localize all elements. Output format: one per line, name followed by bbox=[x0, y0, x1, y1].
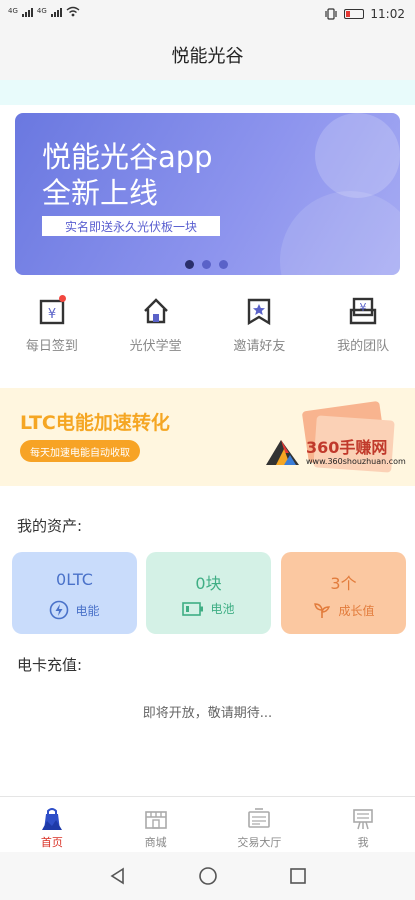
promo-subtitle: 每天加速电能自动收取 bbox=[20, 440, 140, 462]
sprout-icon bbox=[314, 603, 331, 618]
signal-icon bbox=[21, 7, 33, 17]
status-bar: 4G 4G 11:02 bbox=[0, 0, 415, 30]
battery-icon bbox=[182, 601, 204, 616]
trade-hall-icon bbox=[248, 808, 271, 828]
asset-card-growth[interactable]: 3个 成长值 bbox=[281, 552, 406, 634]
quick-action-label: 邀请好友 bbox=[233, 339, 286, 354]
tab-label: 交易大厅 bbox=[237, 836, 282, 849]
notification-dot bbox=[58, 295, 66, 302]
carousel-dot[interactable] bbox=[219, 260, 228, 269]
quick-action-invite[interactable]: 邀请好友 bbox=[208, 293, 312, 363]
asset-label-row: 电能 bbox=[12, 600, 137, 620]
tab-label: 商城 bbox=[144, 836, 167, 849]
house-icon bbox=[138, 293, 174, 329]
calendar-yen-icon: ¥ bbox=[34, 293, 70, 329]
svg-text:¥: ¥ bbox=[360, 301, 367, 314]
quick-action-school[interactable]: 光伏学堂 bbox=[104, 293, 208, 363]
carousel-dots bbox=[185, 260, 228, 269]
status-indicators: 4G 4G bbox=[8, 6, 80, 17]
store-icon bbox=[144, 811, 167, 829]
quick-action-checkin[interactable]: ¥ 每日签到 bbox=[0, 293, 104, 363]
watermark-main: 360手赚网 bbox=[306, 437, 388, 457]
bookmark-star-icon bbox=[241, 293, 277, 329]
svg-text:¥: ¥ bbox=[48, 307, 56, 322]
asset-label: 成长值 bbox=[338, 603, 375, 618]
app-header: 悦能光谷 bbox=[0, 30, 415, 80]
notice-strip bbox=[0, 80, 415, 105]
system-nav-bar bbox=[0, 852, 415, 900]
asset-value: 3个 bbox=[330, 574, 357, 593]
banner-decoration bbox=[280, 191, 400, 275]
quick-action-team[interactable]: ¥ 我的团队 bbox=[311, 293, 415, 363]
assets-section-title: 我的资产: bbox=[17, 517, 83, 535]
network-type: 4G bbox=[8, 7, 18, 15]
quick-actions: ¥ 每日签到 光伏学堂 邀请好友 ¥ 我的团队 bbox=[0, 293, 415, 363]
banner-title-line1: 悦能光谷app bbox=[42, 140, 213, 174]
lightning-icon bbox=[50, 600, 69, 620]
home-icon[interactable] bbox=[198, 866, 218, 886]
asset-label: 电池 bbox=[210, 602, 235, 616]
quick-action-label: 每日签到 bbox=[25, 339, 78, 354]
tab-store[interactable]: 商城 bbox=[104, 797, 208, 852]
watermark-text: 360手赚网 www.360shouzhuan.com bbox=[306, 437, 406, 466]
quick-action-label: 光伏学堂 bbox=[129, 339, 182, 354]
promo-title: LTC电能加速转化 bbox=[20, 412, 170, 434]
profile-icon bbox=[353, 809, 373, 830]
status-right: 11:02 bbox=[324, 7, 405, 21]
quick-action-label: 我的团队 bbox=[337, 339, 390, 354]
asset-label: 电能 bbox=[75, 603, 100, 618]
tab-label: 首页 bbox=[40, 836, 63, 849]
page-title: 悦能光谷 bbox=[171, 46, 244, 67]
recents-icon[interactable] bbox=[288, 866, 308, 886]
tab-label: 我 bbox=[357, 836, 369, 849]
asset-label-row: 成长值 bbox=[281, 600, 406, 620]
asset-label-row: 电池 bbox=[146, 600, 271, 617]
banner-decoration bbox=[315, 113, 400, 198]
back-icon[interactable] bbox=[108, 866, 128, 886]
carousel-dot-active[interactable] bbox=[185, 260, 194, 269]
tab-trade-hall[interactable]: 交易大厅 bbox=[208, 797, 312, 852]
bottom-tab-bar: 首页 商城 交易大厅 我 bbox=[0, 796, 415, 852]
asset-value: 0LTC bbox=[56, 570, 93, 589]
clock: 11:02 bbox=[370, 7, 405, 21]
mountain-logo-icon bbox=[266, 440, 299, 465]
banner-carousel[interactable]: 悦能光谷app 全新上线 实名即送永久光伏板一块 bbox=[15, 113, 400, 275]
asset-card-battery[interactable]: 0块 电池 bbox=[146, 552, 271, 634]
wifi-icon bbox=[66, 6, 80, 17]
recharge-section-title: 电卡充值: bbox=[17, 656, 83, 674]
coming-soon-message: 即将开放，敬请期待... bbox=[142, 706, 273, 721]
banner-title: 悦能光谷app 全新上线 bbox=[42, 139, 213, 211]
home-bag-icon bbox=[41, 808, 62, 830]
battery-icon bbox=[344, 9, 365, 19]
tab-home[interactable]: 首页 bbox=[0, 797, 104, 852]
banner-tagline: 实名即送永久光伏板一块 bbox=[42, 216, 220, 236]
carousel-dot[interactable] bbox=[202, 260, 211, 269]
signal-icon-2 bbox=[50, 7, 62, 17]
vibrate-icon bbox=[325, 8, 338, 20]
banner-title-line2: 全新上线 bbox=[42, 176, 159, 210]
watermark-logo: 360手赚网 www.360shouzhuan.com bbox=[264, 437, 406, 467]
asset-value: 0块 bbox=[195, 574, 222, 593]
team-card-icon: ¥ bbox=[345, 293, 381, 329]
network-type-2: 4G bbox=[36, 7, 47, 15]
watermark-url: www.360shouzhuan.com bbox=[306, 456, 406, 466]
asset-card-energy[interactable]: 0LTC 电能 bbox=[12, 552, 137, 634]
tab-profile[interactable]: 我 bbox=[311, 797, 415, 852]
